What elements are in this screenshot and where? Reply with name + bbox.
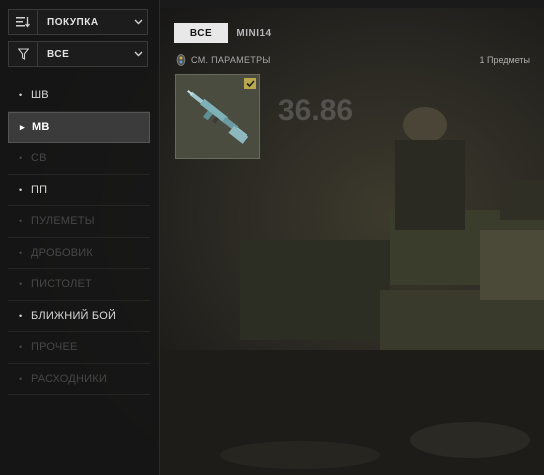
equipped-check-icon [244, 78, 256, 89]
tab-all[interactable]: ВСЕ [174, 23, 228, 43]
category-label: СВ [31, 152, 47, 165]
arrow-right-icon: ▸ [20, 121, 25, 132]
category-label: ПИСТОЛЕТ [31, 278, 92, 291]
category-item-shotgun[interactable]: • ДРОБОВИК [8, 238, 150, 269]
filter-dropdown[interactable]: ВСЕ [8, 41, 148, 67]
category-list: • ШВ ▸ МВ • СВ • ПП • ПУЛЕМЕТЫ • ДРОБОВИ… [8, 80, 150, 395]
category-item-shv[interactable]: • ШВ [8, 80, 150, 112]
category-item-machine-guns[interactable]: • ПУЛЕМЕТЫ [8, 206, 150, 238]
purchase-dropdown[interactable]: ПОКУПКА [8, 9, 148, 35]
category-item-pistol[interactable]: • ПИСТОЛЕТ [8, 269, 150, 301]
purchase-dropdown-label: ПОКУПКА [47, 16, 99, 28]
category-item-other[interactable]: • ПРОЧЕЕ [8, 332, 150, 364]
bullet-icon: • [19, 342, 23, 353]
category-label: ПП [31, 183, 48, 196]
chevron-down-icon [129, 51, 147, 57]
category-sidebar: ПОКУПКА ВСЕ • ШВ ▸ МВ • СВ • ПП • ПУЛЕМЕ… [0, 0, 160, 475]
bullet-icon: • [19, 310, 23, 321]
category-item-mv[interactable]: ▸ МВ [8, 111, 150, 143]
item-panel: ВСЕ MINI14 СМ. ПАРАМЕТРЫ 1 Предметы [160, 0, 544, 475]
category-item-pp[interactable]: • ПП [8, 175, 150, 206]
gamepad-icon [176, 54, 186, 66]
weapon-tabs: ВСЕ MINI14 [174, 23, 280, 43]
bullet-icon: • [19, 216, 23, 227]
see-parameters-link[interactable]: СМ. ПАРАМЕТРЫ [176, 54, 271, 66]
weapon-card-mini14[interactable] [175, 74, 260, 159]
chevron-down-icon [129, 19, 147, 25]
bullet-icon: • [19, 247, 23, 258]
sort-icon [9, 10, 38, 34]
category-item-sv[interactable]: • СВ [8, 143, 150, 175]
bullet-icon: • [19, 184, 23, 195]
category-label: МВ [32, 121, 50, 134]
filter-icon [9, 42, 38, 66]
bullet-icon: • [19, 373, 23, 384]
category-item-consumables[interactable]: • РАСХОДНИКИ [8, 364, 150, 395]
category-label: ШВ [31, 89, 49, 102]
category-label: РАСХОДНИКИ [31, 372, 107, 385]
see-parameters-label: СМ. ПАРАМЕТРЫ [191, 55, 271, 65]
category-label: ПУЛЕМЕТЫ [31, 215, 95, 228]
tab-mini14[interactable]: MINI14 [228, 23, 280, 43]
item-count: 1 Предметы [479, 55, 530, 65]
category-item-melee[interactable]: • БЛИЖНИЙ БОЙ [8, 301, 150, 332]
category-label: ДРОБОВИК [31, 246, 94, 259]
category-label: ПРОЧЕЕ [31, 341, 78, 354]
bullet-icon: • [19, 279, 23, 290]
bullet-icon: • [19, 90, 23, 101]
filter-dropdown-label: ВСЕ [47, 48, 70, 60]
bullet-icon: • [19, 153, 23, 164]
category-label: БЛИЖНИЙ БОЙ [31, 309, 117, 322]
